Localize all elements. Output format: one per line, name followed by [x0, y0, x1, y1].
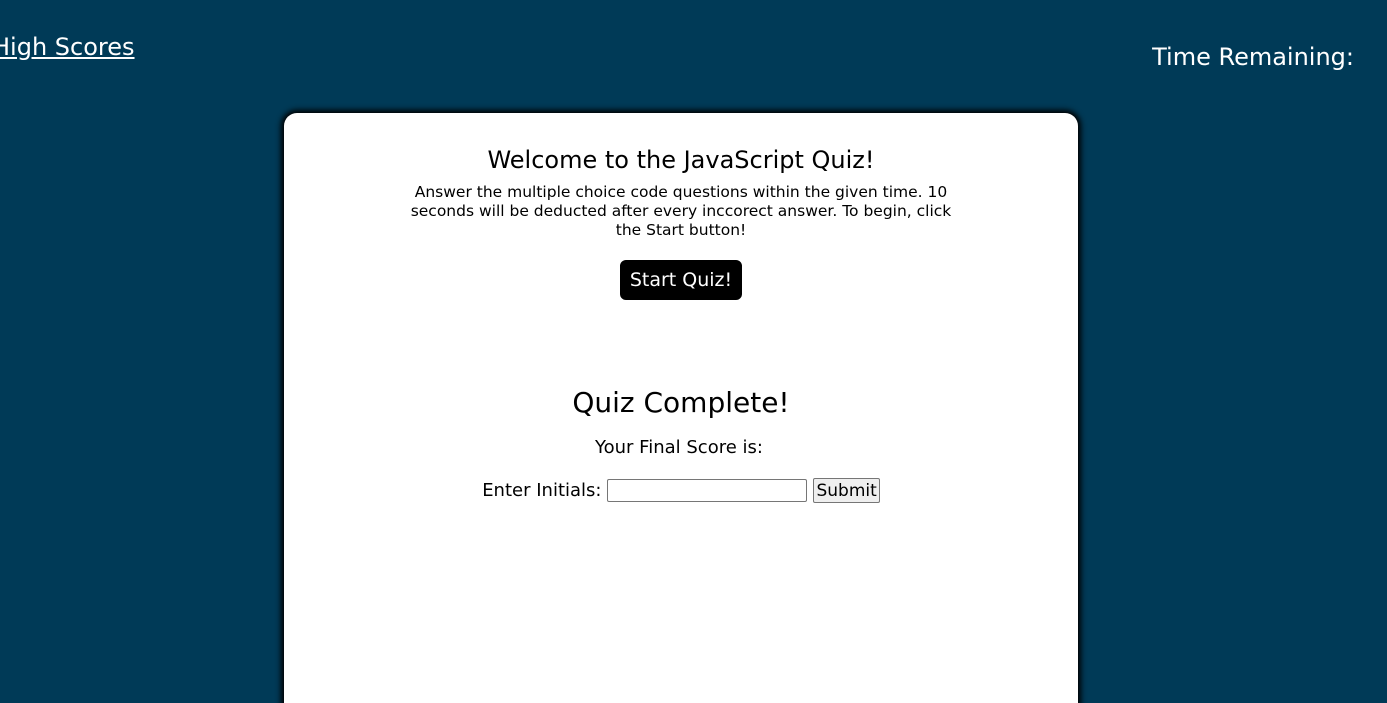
initials-input[interactable]: [607, 479, 808, 502]
complete-section: Quiz Complete! Your Final Score is: Ente…: [284, 383, 1078, 503]
start-section: Welcome to the JavaScript Quiz! Answer t…: [284, 143, 1078, 300]
timer-label: Time Remaining:: [1152, 43, 1354, 71]
initials-label: Enter Initials:: [482, 480, 602, 501]
final-score: Your Final Score is:: [284, 435, 1078, 461]
instructions-text: Answer the multiple choice code question…: [410, 183, 952, 239]
initials-row: Enter Initials: Submit: [284, 478, 1078, 503]
highscores-link[interactable]: High Scores: [0, 33, 135, 61]
timer: Time Remaining:: [1152, 43, 1360, 71]
submit-button[interactable]: Submit: [813, 478, 880, 503]
complete-title: Quiz Complete!: [572, 386, 790, 419]
welcome-title: Welcome to the JavaScript Quiz!: [487, 146, 875, 174]
start-quiz-button[interactable]: Start Quiz!: [619, 260, 743, 300]
page: High Scores Time Remaining: Welcome to t…: [0, 0, 1387, 703]
final-score-label: Your Final Score is:: [595, 437, 763, 458]
quiz-card: Welcome to the JavaScript Quiz! Answer t…: [284, 113, 1078, 703]
